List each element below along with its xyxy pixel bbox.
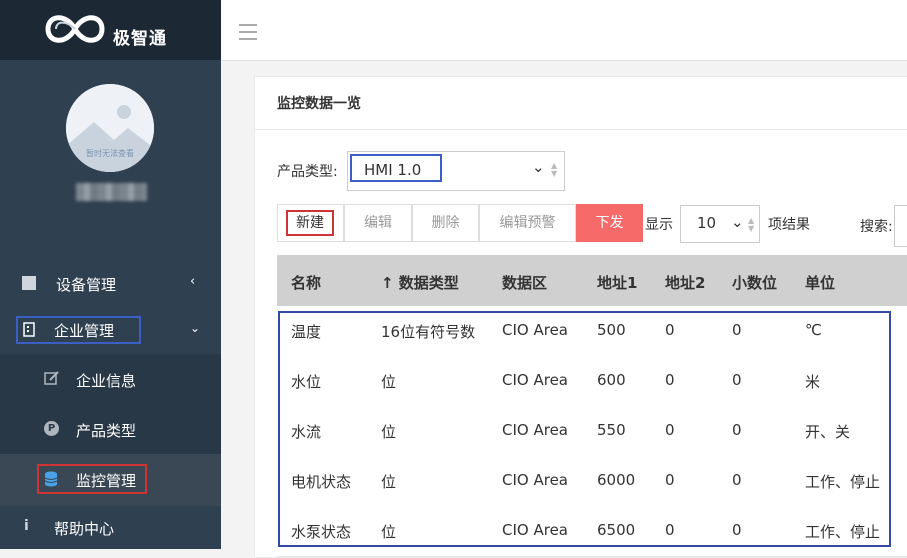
col-header[interactable]: 单位 [805,272,835,293]
top-bar [221,0,907,61]
cell-unit: 开、关 [805,423,851,441]
cell-decimals: 0 [732,471,742,489]
menu-toggle-icon[interactable] [239,24,257,45]
cell-address2: 0 [665,421,675,439]
col-header[interactable]: 名称 [291,272,321,293]
cell-address1: 6500 [597,521,636,539]
avatar-caption: 暂时无法查看 [86,149,134,158]
cell-name: 温度 [291,323,322,341]
sidebar-item-label: 企业信息 [76,372,137,390]
cell-unit: 工作、停止 [805,523,881,541]
table-row[interactable]: 电机状态 位 CIO Area 6000 0 0 工作、停止 [277,456,907,507]
cell-decimals: 0 [732,521,742,539]
sort-arrows-icon: ▲ ▼ [551,161,558,178]
chevron-down-icon: ⌄ [190,321,201,335]
table-row[interactable]: 水泵状态 位 CIO Area 6500 0 0 工作、停止 [277,506,907,557]
search-input[interactable] [894,205,907,247]
logo-bar: 极智通 [0,0,221,60]
parking-icon: P [44,421,59,436]
page-size-select[interactable]: 10 ⌄ ▲ ▼ [680,205,760,243]
cell-name: 电机状态 [291,473,352,491]
cell-address2: 0 [665,371,675,389]
sidebar-item-enterprise-info[interactable]: 企业信息 [0,354,221,404]
cell-area: CIO Area [502,521,568,539]
cell-unit: ℃ [805,321,822,339]
cell-data-type: 位 [381,373,397,391]
chevron-down-icon: ⌄ [532,158,545,176]
edit-alert-button[interactable]: 编辑预警 [479,204,576,242]
cell-decimals: 0 [732,321,742,339]
product-type-value: HMI 1.0 [350,154,442,182]
col-header[interactable]: 小数位 [732,272,777,293]
brand-name: 极智通 [113,29,167,49]
sidebar-item-label: 企业管理 [54,322,115,340]
chevron-left-icon: ‹ [190,274,196,289]
cell-area: CIO Area [502,321,568,339]
panel-title: 监控数据一览 [277,96,361,112]
cell-name: 水位 [291,373,322,391]
search-label: 搜索: [860,219,893,235]
cell-name: 水流 [291,423,322,441]
col-header[interactable]: 数据区 [502,272,547,293]
cell-area: CIO Area [502,471,568,489]
cell-area: CIO Area [502,371,568,389]
cell-data-type: 位 [381,423,397,441]
table-row[interactable]: 水流 位 CIO Area 550 0 0 开、关 [277,406,907,457]
edit-button[interactable]: 编辑 [344,204,412,242]
cell-address1: 550 [597,421,626,439]
sidebar-item-label: 设备管理 [56,276,117,294]
info-icon: i [24,518,29,534]
cell-decimals: 0 [732,371,742,389]
delete-button[interactable]: 删除 [412,204,479,242]
cell-name: 水泵状态 [291,523,352,541]
sidebar-item-monitor[interactable]: 监控管理 [0,454,221,506]
cell-data-type: 16位有符号数 [381,323,476,341]
cell-address2: 0 [665,521,675,539]
cell-address2: 0 [665,471,675,489]
database-icon [44,471,58,487]
page-size-value: 10 [697,214,717,232]
cell-data-type: 位 [381,473,397,491]
product-type-label: 产品类型: [277,164,338,180]
product-type-select[interactable]: HMI 1.0 ⌄ ▲ ▼ [347,151,565,191]
cell-unit: 米 [805,373,821,391]
sidebar-item-device[interactable]: 设备管理 ‹ [0,268,221,294]
sidebar-item-label: 监控管理 [76,472,137,490]
sidebar-item-product-type[interactable]: P 产品类型 [0,404,221,454]
edit-icon [44,371,59,385]
items-label: 项结果 [768,217,810,233]
show-label: 显示 [645,217,673,233]
sidebar-item-label: 产品类型 [76,422,137,440]
cell-address1: 500 [597,321,626,339]
chevron-down-icon: ⌄ [731,213,744,231]
building-icon [23,322,35,337]
sidebar: 极智通 暂时无法查看 设备管理 ‹ 企业管理 ⌄ 企业信息 P 产品类型 监控管… [0,0,221,549]
sidebar-item-help[interactable]: i 帮助中心 [0,506,221,549]
col-header[interactable]: 地址1 [597,272,637,293]
divider [255,129,907,130]
col-header[interactable]: ↑ 数据类型 [381,272,459,293]
cell-address2: 0 [665,321,675,339]
cell-address1: 6000 [597,471,636,489]
table-row[interactable]: 温度 16位有符号数 CIO Area 500 0 0 ℃ [277,306,907,357]
monitor-panel: 监控数据一览 产品类型: HMI 1.0 ⌄ ▲ ▼ 新建 编辑 删除 编辑预警 … [254,76,907,558]
sort-arrows-icon: ▲ ▼ [748,216,755,233]
sidebar-item-label: 帮助中心 [54,520,115,538]
new-button-label: 新建 [286,210,334,236]
logo-icon [45,15,105,43]
avatar[interactable]: 暂时无法查看 [66,84,154,172]
cell-address1: 600 [597,371,626,389]
cell-unit: 工作、停止 [805,473,881,491]
sidebar-item-enterprise[interactable]: 企业管理 ⌄ [0,304,221,354]
col-header[interactable]: 地址2 [665,272,705,293]
cell-decimals: 0 [732,421,742,439]
table-row[interactable]: 水位 位 CIO Area 600 0 0 米 [277,356,907,407]
username-blurred [76,183,147,201]
square-icon [22,276,36,290]
new-button[interactable]: 新建 [277,204,344,242]
push-button[interactable]: 下发 [576,204,643,242]
cell-data-type: 位 [381,523,397,541]
cell-area: CIO Area [502,421,568,439]
table-header: 名称 ↑ 数据类型 数据区 地址1 地址2 小数位 单位 [277,255,907,307]
